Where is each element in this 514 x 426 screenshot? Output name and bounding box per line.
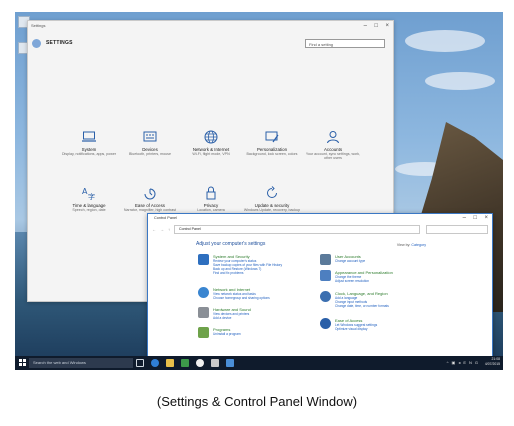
category-link[interactable]: Add a device bbox=[213, 316, 251, 320]
up-icon[interactable]: ↑ bbox=[168, 227, 170, 232]
tile-time-language[interactable]: A字 Time & language Speech, region, date bbox=[58, 185, 120, 212]
tile-desc: Narrator, magnifier, high contrast bbox=[123, 208, 177, 212]
tile-network[interactable]: Network & Internet Wi-Fi, flight mode, V… bbox=[180, 129, 242, 156]
network-icon bbox=[198, 287, 209, 298]
taskbar: Search the web and Windows ^▣◂ENG 21:08 … bbox=[15, 356, 503, 370]
desktop-screenshot: Settings – □ × SETTINGS Find a setting S… bbox=[15, 12, 503, 370]
store-icon[interactable] bbox=[181, 359, 189, 367]
clock-icon bbox=[320, 291, 331, 302]
globe-icon bbox=[203, 129, 219, 145]
tile-personalization[interactable]: Personalization Background, lock screen,… bbox=[241, 129, 303, 156]
cloud bbox=[425, 72, 495, 90]
control-panel-app-icon[interactable] bbox=[226, 359, 234, 367]
category-link[interactable]: Choose homegroup and sharing options bbox=[213, 296, 270, 300]
category-link[interactable]: Change date, time, or number formats bbox=[335, 304, 389, 308]
search-input[interactable]: Find a setting bbox=[305, 39, 385, 48]
category-link[interactable]: Adjust screen resolution bbox=[335, 279, 393, 283]
tile-privacy[interactable]: Privacy Location, camera bbox=[180, 185, 242, 212]
svg-text:字: 字 bbox=[88, 192, 95, 201]
refresh-icon bbox=[264, 185, 280, 201]
maximize-icon[interactable]: □ bbox=[374, 21, 378, 31]
category-hardware-sound[interactable]: Hardware and Sound View devices and prin… bbox=[198, 307, 251, 320]
tile-desc: Wi-Fi, flight mode, VPN bbox=[192, 152, 230, 156]
view-by: View by: Category bbox=[397, 243, 426, 247]
category-network-internet[interactable]: Network and Internet View network status… bbox=[198, 287, 270, 300]
settings-header: SETTINGS bbox=[32, 37, 73, 49]
taskbar-search-input[interactable]: Search the web and Windows bbox=[29, 358, 133, 368]
category-appearance[interactable]: Appearance and Personalization Change th… bbox=[320, 270, 393, 283]
page-title: SETTINGS bbox=[46, 40, 73, 46]
category-user-accounts[interactable]: User Accounts Change account type bbox=[320, 254, 365, 265]
control-panel-window-title: Control Panel bbox=[154, 216, 178, 220]
users-icon bbox=[320, 254, 331, 265]
tile-desc: Location, camera bbox=[197, 208, 225, 212]
ease-of-access-icon bbox=[320, 318, 331, 329]
tile-desc: Speech, region, date bbox=[72, 208, 106, 212]
lock-icon bbox=[203, 185, 219, 201]
tile-update-security[interactable]: Update & security Windows Update, recove… bbox=[241, 185, 303, 212]
tile-devices[interactable]: Devices Bluetooth, printers, mouse bbox=[119, 129, 181, 156]
tile-desc: Windows Update, recovery, backup bbox=[243, 208, 301, 212]
control-panel-titlebar: Control Panel – □ × bbox=[148, 214, 492, 223]
category-programs[interactable]: Programs Uninstall a program bbox=[198, 327, 241, 338]
settings-window-title: Settings bbox=[31, 23, 46, 28]
figure-caption: (Settings & Control Panel Window) bbox=[156, 394, 358, 409]
control-panel-heading: Adjust your computer's settings bbox=[196, 241, 266, 247]
category-link[interactable]: Change account type bbox=[335, 259, 365, 263]
control-panel-search-input[interactable] bbox=[426, 224, 488, 234]
settings-app-icon[interactable] bbox=[211, 359, 219, 367]
view-by-dropdown[interactable]: Category bbox=[411, 243, 426, 247]
shield-icon bbox=[198, 254, 209, 265]
minimize-icon[interactable]: – bbox=[364, 21, 367, 31]
category-clock-language-region[interactable]: Clock, Language, and Region Add a langua… bbox=[320, 291, 389, 308]
taskbar-apps bbox=[136, 359, 241, 367]
clock-date: 4/07/2015 bbox=[484, 362, 500, 366]
address-bar: ← → ↑ Control Panel bbox=[152, 224, 488, 234]
tile-system[interactable]: System Display, notifications, apps, pow… bbox=[58, 129, 120, 156]
control-panel-window: Control Panel – □ × ← → ↑ Control Panel … bbox=[147, 213, 493, 360]
category-ease-of-access[interactable]: Ease of Access Let Windows suggest setti… bbox=[320, 318, 377, 331]
user-icon bbox=[325, 129, 341, 145]
file-explorer-icon[interactable] bbox=[166, 359, 174, 367]
clock[interactable]: 21:08 4/07/2015 bbox=[485, 357, 500, 367]
language-icon: A字 bbox=[81, 185, 97, 201]
maximize-icon[interactable]: □ bbox=[473, 214, 477, 223]
close-icon[interactable]: × bbox=[385, 21, 389, 31]
appearance-icon bbox=[320, 270, 331, 281]
category-link[interactable]: Optimize visual display bbox=[335, 327, 377, 331]
task-view-icon[interactable] bbox=[136, 359, 144, 367]
back-icon[interactable]: ← bbox=[152, 227, 156, 232]
tile-ease-of-access[interactable]: Ease of Access Narrator, magnifier, high… bbox=[119, 185, 181, 212]
windows-start-icon[interactable] bbox=[19, 359, 26, 366]
forward-icon[interactable]: → bbox=[160, 227, 164, 232]
language-indicator[interactable]: ENG bbox=[463, 360, 481, 365]
keyboard-icon bbox=[142, 129, 158, 145]
programs-icon bbox=[198, 327, 209, 338]
laptop-icon bbox=[81, 129, 97, 145]
category-system-security[interactable]: System and Security Review your computer… bbox=[198, 254, 282, 275]
category-link[interactable]: Find and fix problems bbox=[213, 271, 282, 275]
cloud bbox=[405, 30, 485, 52]
minimize-icon[interactable]: – bbox=[463, 214, 466, 223]
view-by-label: View by: bbox=[396, 243, 411, 247]
system-tray[interactable]: ^▣◂ENG bbox=[447, 360, 481, 365]
tile-accounts[interactable]: Accounts Your account, sync settings, wo… bbox=[302, 129, 364, 161]
settings-titlebar: Settings – □ × bbox=[28, 21, 393, 31]
tile-desc: Your account, sync settings, work, other… bbox=[305, 152, 361, 161]
close-icon[interactable]: × bbox=[484, 214, 488, 223]
tile-desc: Display, notifications, apps, power bbox=[61, 152, 117, 156]
ease-of-access-icon bbox=[142, 185, 158, 201]
category-link[interactable]: Uninstall a program bbox=[213, 332, 241, 336]
paint-icon bbox=[264, 129, 280, 145]
chrome-icon[interactable] bbox=[196, 359, 204, 367]
breadcrumb[interactable]: Control Panel bbox=[174, 224, 420, 234]
edge-icon[interactable] bbox=[151, 359, 159, 367]
gear-icon bbox=[32, 38, 41, 48]
printer-icon bbox=[198, 307, 209, 318]
tile-desc: Bluetooth, printers, mouse bbox=[129, 152, 171, 156]
tile-desc: Background, lock screen, colors bbox=[246, 152, 298, 156]
